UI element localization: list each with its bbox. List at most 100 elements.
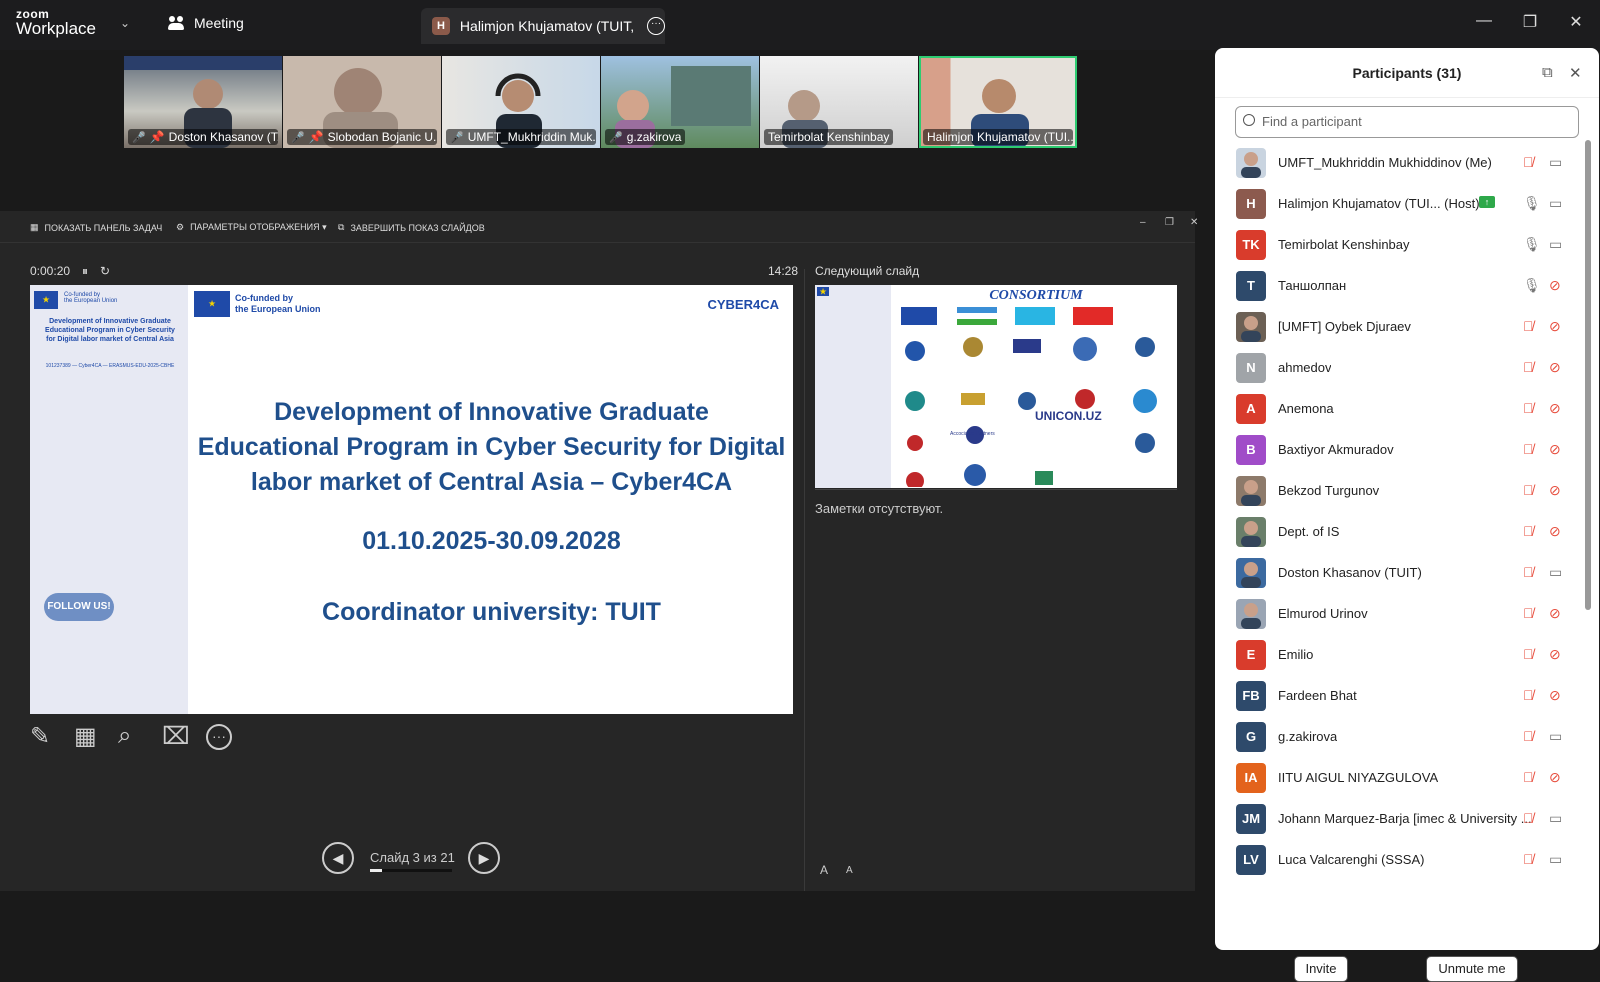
restart-icon[interactable]: ↻ (100, 264, 110, 278)
camera-off-icon[interactable]: ⊘ (1549, 605, 1561, 622)
participant-row[interactable]: A Anemona 🎙̸ ⊘ (1215, 388, 1585, 429)
display-settings-button[interactable]: ⚙ ПАРАМЕТРЫ ОТОБРАЖЕНИЯ ▾ (176, 222, 327, 233)
mic-muted-icon[interactable]: 🎙̸ (1523, 523, 1534, 539)
camera-off-icon[interactable]: ⊘ (1549, 646, 1561, 663)
camera-off-icon[interactable]: ⊘ (1549, 687, 1561, 704)
ss-restore-icon[interactable]: ❐ (1165, 217, 1174, 228)
invite-button[interactable]: Invite (1294, 956, 1348, 982)
mic-muted-icon[interactable]: 🎙̸ (1523, 154, 1534, 170)
participant-row[interactable]: H Halimjon Khujamatov (TUI... (Host) ↑ 🎙 ▭ (1215, 183, 1585, 224)
participant-row[interactable]: TK Temirbolat Kenshinbay 🎙 ▭ (1215, 224, 1585, 265)
mic-muted-icon[interactable]: 🎙̸ (1523, 687, 1534, 703)
camera-off-icon[interactable]: ⊘ (1549, 769, 1561, 786)
video-tile[interactable]: 🎤 UMFT_Mukhriddin Muk... (442, 56, 600, 148)
mic-muted-icon[interactable]: 🎙̸ (1523, 441, 1534, 457)
cyber4ca-logo: CYBER4CA (707, 297, 779, 312)
mic-muted-icon[interactable]: 🎙̸ (1523, 605, 1534, 621)
tile-name: Temirbolat Kenshinbay (768, 130, 890, 144)
video-tile[interactable]: 🎤 📌 Doston Khasanov (T... (124, 56, 282, 148)
participant-name: Таншолпан (1278, 278, 1347, 293)
tab-meeting[interactable]: Meeting (168, 15, 244, 31)
video-tile[interactable]: 🎤 g.zakirova (601, 56, 759, 148)
next-slide-button[interactable]: ▶ (468, 842, 500, 874)
chevron-down-icon[interactable]: ⌄ (120, 16, 130, 30)
camera-off-icon[interactable]: ⊘ (1549, 359, 1561, 376)
mic-muted-icon[interactable]: 🎙̸ (1523, 646, 1534, 662)
camera-icon[interactable]: ▭ (1549, 728, 1562, 745)
close-panel-icon[interactable]: ✕ (1569, 64, 1582, 82)
mic-muted-icon[interactable]: 🎙̸ (1523, 564, 1534, 580)
camera-off-icon[interactable]: ⊘ (1549, 318, 1561, 335)
participant-avatar: H (1236, 188, 1266, 219)
camera-icon[interactable]: ▭ (1549, 851, 1562, 868)
video-tile[interactable]: Temirbolat Kenshinbay (760, 56, 918, 148)
camera-off-icon[interactable]: ⊘ (1549, 277, 1561, 294)
camera-off-icon[interactable]: ⊘ (1549, 523, 1561, 540)
mic-muted-icon[interactable]: 🎙̸ (1523, 728, 1534, 744)
participant-row[interactable]: Bekzod Turgunov 🎙̸ ⊘ (1215, 470, 1585, 511)
see-all-slides-icon[interactable]: ▦ (74, 722, 97, 751)
mic-icon[interactable]: 🎙 (1523, 277, 1541, 294)
next-slide-preview[interactable]: CONSORTIUM UNICON.UZ Accociated Partners (815, 285, 1177, 488)
previous-slide-button[interactable]: ◀ (322, 842, 354, 874)
zoom-workplace-logo[interactable]: zoom Workplace (16, 8, 96, 37)
minimize-icon[interactable]: — (1474, 12, 1494, 30)
popout-icon[interactable]: ⧉ (1542, 64, 1553, 81)
pause-icon[interactable]: ⏸ (82, 264, 88, 279)
current-slide: Co-funded by the European Union Developm… (30, 285, 793, 714)
participant-row[interactable]: Doston Khasanov (TUIT) 🎙̸ ▭ (1215, 552, 1585, 593)
mic-icon[interactable]: 🎙 (1523, 236, 1541, 253)
camera-icon[interactable]: ▭ (1549, 564, 1562, 581)
mic-icon[interactable]: 🎙 (1523, 195, 1541, 212)
decrease-font-icon[interactable]: A (846, 865, 853, 876)
participant-search-input[interactable]: Find a participant (1235, 106, 1579, 138)
ss-minimize-icon[interactable]: – (1140, 217, 1146, 228)
preview-side-panel (815, 285, 891, 488)
camera-off-icon[interactable]: ⊘ (1549, 400, 1561, 417)
participant-row[interactable]: JM Johann Marquez-Barja [imec & Universit… (1215, 798, 1585, 839)
mic-muted-icon[interactable]: 🎙̸ (1523, 400, 1534, 416)
camera-off-icon[interactable]: ⊘ (1549, 441, 1561, 458)
participant-row[interactable]: B Baxtiyor Akmuradov 🎙̸ ⊘ (1215, 429, 1585, 470)
video-tile[interactable]: 🎤 📌 Slobodan Bojanic U... (283, 56, 441, 148)
mic-muted-icon[interactable]: 🎙̸ (1523, 769, 1534, 785)
participant-row[interactable]: LV Luca Valcarenghi (SSSA) 🎙̸ ▭ (1215, 839, 1585, 880)
participant-row[interactable]: E Emilio 🎙̸ ⊘ (1215, 634, 1585, 675)
close-icon[interactable]: ✕ (1566, 12, 1586, 32)
mic-muted-icon[interactable]: 🎙̸ (1523, 359, 1534, 375)
participant-row[interactable]: IA IITU AIGUL NIYAZGULOVA 🎙̸ ⊘ (1215, 757, 1585, 798)
slide-counter[interactable]: Слайд 3 из 21 (370, 850, 455, 865)
pen-icon[interactable]: ✎ (30, 722, 50, 751)
mic-muted-icon[interactable]: 🎙̸ (1523, 318, 1534, 334)
show-taskbar-button[interactable]: ▦ ПОКАЗАТЬ ПАНЕЛЬ ЗАДАЧ (30, 222, 162, 233)
camera-icon[interactable]: ▭ (1549, 195, 1562, 212)
camera-icon[interactable]: ▭ (1549, 236, 1562, 253)
participant-row[interactable]: Gg.zakirova 🎙̸ ▭ (1215, 716, 1585, 757)
camera-off-icon[interactable]: ⊘ (1549, 482, 1561, 499)
zoom-icon[interactable]: ⌕ (118, 722, 131, 750)
black-screen-icon[interactable]: ⌧ (162, 722, 190, 751)
end-slideshow-button[interactable]: ⧉ ЗАВЕРШИТЬ ПОКАЗ СЛАЙДОВ (338, 222, 485, 233)
participant-row[interactable]: Dept. of IS 🎙̸ ⊘ (1215, 511, 1585, 552)
video-tile-active-speaker[interactable]: Halimjon Khujamatov (TUI... (919, 56, 1077, 148)
camera-icon[interactable]: ▭ (1549, 154, 1562, 171)
mic-muted-icon[interactable]: 🎙̸ (1523, 851, 1534, 867)
more-icon[interactable]: ··· (647, 17, 665, 35)
participant-name: Baxtiyor Akmuradov (1278, 442, 1394, 457)
unmute-me-button[interactable]: Unmute me (1426, 956, 1518, 982)
mic-muted-icon[interactable]: 🎙̸ (1523, 810, 1534, 826)
participant-row[interactable]: T Таншолпан 🎙 ⊘ (1215, 265, 1585, 306)
participant-row[interactable]: [UMFT] Oybek Djuraev 🎙̸ ⊘ (1215, 306, 1585, 347)
camera-icon[interactable]: ▭ (1549, 810, 1562, 827)
increase-font-icon[interactable]: A (820, 863, 828, 877)
participant-row[interactable]: Elmurod Urinov 🎙̸ ⊘ (1215, 593, 1585, 634)
participant-row[interactable]: UMFT_Mukhriddin Mukhiddinov (Me) 🎙̸ ▭ (1215, 142, 1585, 183)
restore-icon[interactable]: ❐ (1520, 12, 1540, 32)
participant-row[interactable]: FB Fardeen Bhat 🎙̸ ⊘ (1215, 675, 1585, 716)
ss-close-icon[interactable]: ✕ (1190, 217, 1198, 228)
mic-muted-icon[interactable]: 🎙̸ (1523, 482, 1534, 498)
participants-scrollbar[interactable] (1585, 140, 1591, 610)
more-options-icon[interactable]: ··· (206, 724, 232, 750)
participant-row[interactable]: Nahmedov 🎙̸ ⊘ (1215, 347, 1585, 388)
tab-active-meeting[interactable]: H Halimjon Khujamatov (TUIT, Uzbe ··· (421, 8, 665, 44)
